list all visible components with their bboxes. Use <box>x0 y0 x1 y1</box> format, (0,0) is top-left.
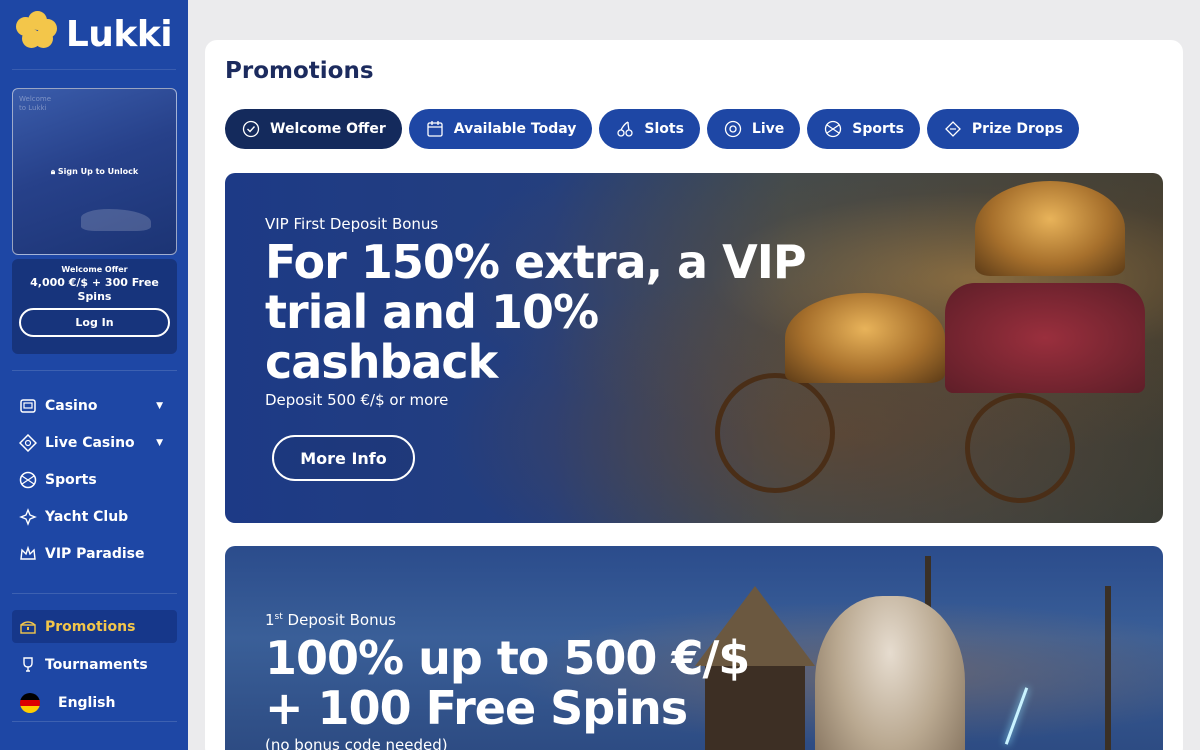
sidebar-item-label: Yacht Club <box>45 508 129 525</box>
tab-live[interactable]: Live <box>706 109 801 149</box>
login-button[interactable]: Log In <box>19 308 170 337</box>
promo-card-welcome-text: Welcome to Lukki <box>19 95 52 112</box>
sidebar-item-label: Promotions <box>45 618 136 635</box>
sidebar-divider <box>12 593 177 594</box>
calendar-icon <box>425 119 445 139</box>
trophy-icon <box>18 655 38 675</box>
sidebar-item-label: Casino <box>45 397 98 414</box>
promotions-panel: Promotions Welcome Offer Available Today… <box>205 40 1183 750</box>
page-title: Promotions <box>225 58 374 84</box>
jetski-image <box>81 209 151 231</box>
banner-headline: 100% up to 500 €/$ <box>265 631 750 685</box>
tab-label: Live <box>751 121 785 137</box>
tab-label: Welcome Offer <box>270 121 386 137</box>
live-chip-icon <box>723 119 743 139</box>
banner-headline: cashback <box>265 335 498 389</box>
tab-welcome-offer[interactable]: Welcome Offer <box>225 109 402 149</box>
banner-headline: For 150% extra, a VIP <box>265 235 807 289</box>
more-info-button[interactable]: More Info <box>272 435 415 481</box>
brand-name: Lukki <box>65 14 173 55</box>
sidebar-item-yacht-club[interactable]: Yacht Club <box>12 498 177 535</box>
tab-label: Slots <box>644 121 684 137</box>
zeus-character-image <box>815 596 965 750</box>
crown-icon <box>18 544 38 564</box>
tab-label: Sports <box>852 121 904 137</box>
sidebar-item-live-casino[interactable]: Live Casino ▼ <box>12 424 177 461</box>
banner-headline: + 100 Free Spins <box>265 681 688 735</box>
sports-ball-icon <box>823 119 843 139</box>
sidebar-divider <box>12 370 177 371</box>
tab-label: Prize Drops <box>971 121 1063 137</box>
carriage-wheel-image <box>965 393 1075 503</box>
sidebar-item-tournaments[interactable]: Tournaments <box>12 646 177 683</box>
blurred-row <box>19 197 170 205</box>
sidebar-secondary-nav: Promotions Tournaments <box>12 610 177 683</box>
clover-icon <box>15 10 60 55</box>
yacht-club-icon <box>18 507 38 527</box>
ticket-icon <box>943 119 963 139</box>
banner-subtitle: 1st Deposit Bonus <box>265 611 396 629</box>
tab-slots[interactable]: Slots <box>599 109 700 149</box>
tab-sports[interactable]: Sports <box>807 109 920 149</box>
sports-ball-icon <box>18 470 38 490</box>
sidebar-item-label: Sports <box>45 471 97 488</box>
banner-description: (no bonus code needed) <box>265 736 448 750</box>
banner-headline: trial and 10% <box>265 285 599 339</box>
lukki-logo[interactable]: Lukki <box>12 0 176 70</box>
crown-image <box>785 293 945 383</box>
sidebar-item-casino[interactable]: Casino ▼ <box>12 387 177 424</box>
welcome-offer-amount: 4,000 €/$ + 300 Free Spins <box>30 276 159 303</box>
tab-available-today[interactable]: Available Today <box>408 109 593 149</box>
banner-subtitle: VIP First Deposit Bonus <box>265 215 439 233</box>
casino-icon <box>18 396 38 416</box>
sidebar-item-promotions[interactable]: Promotions <box>12 610 177 643</box>
treasure-chest-icon <box>18 617 38 637</box>
lock-icon: 🔒︎ <box>50 167 58 176</box>
palm-tree-image <box>1105 586 1111 750</box>
sidebar: Lukki Welcome to Lukki 🔒︎ Sign Up to Unl… <box>0 0 188 750</box>
sidebar-main-nav: Casino ▼ Live Casino ▼ Sports Yacht Club <box>12 387 177 572</box>
german-flag-icon <box>20 693 40 713</box>
sign-up-unlock-label[interactable]: 🔒︎ Sign Up to Unlock <box>13 167 176 177</box>
live-casino-icon <box>18 433 38 453</box>
vip-deposit-banner[interactable]: VIP First Deposit Bonus For 150% extra, … <box>225 173 1163 523</box>
check-badge-icon <box>241 119 261 139</box>
sidebar-item-label: Tournaments <box>45 656 148 673</box>
first-deposit-banner[interactable]: 1st Deposit Bonus 100% up to 500 €/$ + 1… <box>225 546 1163 750</box>
sidebar-item-label: Live Casino <box>45 434 135 451</box>
tab-prize-drops[interactable]: Prize Drops <box>926 109 1079 149</box>
tab-label: Available Today <box>453 121 577 137</box>
banner-description: Deposit 500 €/$ or more <box>265 391 449 409</box>
cherries-icon <box>615 119 635 139</box>
welcome-offer-label: Welcome Offer <box>61 265 128 274</box>
crown-image <box>975 181 1125 276</box>
sidebar-item-sports[interactable]: Sports <box>12 461 177 498</box>
carriage-wheel-image <box>715 373 835 493</box>
signup-promo-card[interactable]: Welcome to Lukki 🔒︎ Sign Up to Unlock <box>12 88 177 255</box>
language-selector[interactable]: English <box>12 685 177 722</box>
language-label: English <box>58 695 116 711</box>
welcome-offer-box: Welcome Offer 4,000 €/$ + 300 Free Spins… <box>12 259 177 354</box>
chevron-down-icon[interactable]: ▼ <box>156 438 163 448</box>
sidebar-item-label: VIP Paradise <box>45 545 145 562</box>
throne-seat-image <box>945 283 1145 393</box>
sidebar-item-vip-paradise[interactable]: VIP Paradise <box>12 535 177 572</box>
chevron-down-icon[interactable]: ▼ <box>156 401 163 411</box>
promotion-tabs: Welcome Offer Available Today Slots Live… <box>225 109 1079 149</box>
lightning-bolt-image <box>1004 687 1029 745</box>
